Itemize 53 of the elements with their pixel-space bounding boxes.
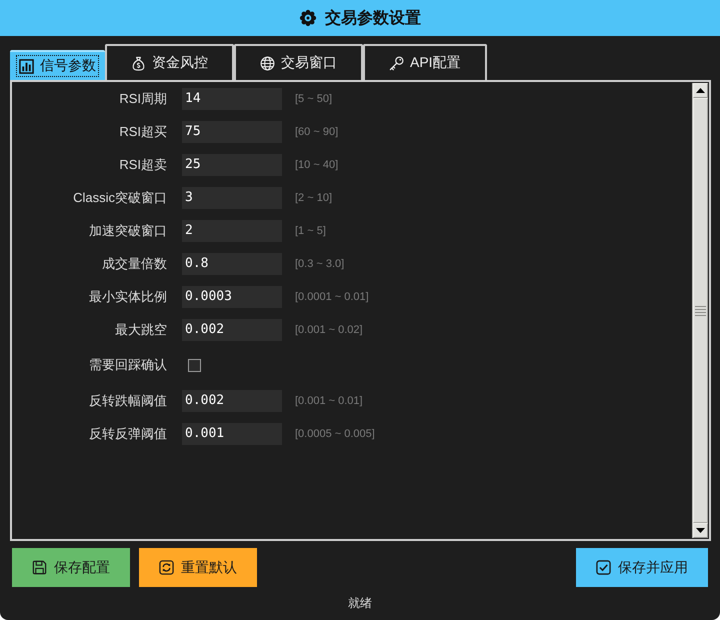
key-icon [389, 56, 404, 70]
field-label: 反转跌幅阈值 [88, 392, 167, 410]
input-field[interactable]: 0.002 [182, 390, 282, 412]
input-field[interactable]: 75 [182, 120, 282, 142]
action-button[interactable]: 重置默认 [139, 548, 257, 587]
tab[interactable]: API配置 [363, 44, 487, 80]
grip-icon [695, 306, 706, 316]
window-title: 交易参数设置 [325, 8, 421, 28]
input-field[interactable]: 0.8 [182, 252, 282, 274]
input-field[interactable]: 2 [182, 220, 282, 242]
range-hint: [0.001 ~ 0.01] [295, 394, 363, 406]
checkbox[interactable] [188, 358, 201, 372]
refresh-icon [159, 560, 174, 575]
tab[interactable]: 资金风控 [105, 44, 234, 80]
globe-icon [260, 56, 275, 70]
range-hint: [10 ~ 40] [295, 158, 338, 170]
field-label: 最大跳空 [114, 320, 167, 338]
gear-icon [299, 9, 317, 27]
caret-up-icon [696, 88, 705, 93]
range-hint: [0.001 ~ 0.02] [295, 324, 363, 336]
field-label: 反转反弹阈值 [88, 424, 167, 442]
input-field[interactable]: 25 [182, 154, 282, 176]
range-hint: [1 ~ 5] [295, 224, 326, 236]
tab[interactable]: 交易窗口 [234, 44, 363, 80]
field-label: 需要回踩确认 [88, 356, 167, 374]
field-label: 加速突破窗口 [88, 222, 167, 240]
range-hint: [2 ~ 10] [295, 192, 332, 204]
action-button[interactable]: 保存并应用 [576, 548, 708, 587]
money-bag-icon [131, 56, 146, 70]
input-field[interactable]: 0.001 [182, 422, 282, 444]
scroll-down-button[interactable] [693, 523, 708, 538]
range-hint: [0.0005 ~ 0.005] [295, 428, 375, 440]
field-label: RSI超卖 [118, 156, 167, 174]
range-hint: [0.0001 ~ 0.01] [295, 290, 369, 302]
input-field[interactable]: 0.0003 [182, 286, 282, 308]
range-hint: [0.3 ~ 3.0] [295, 258, 344, 270]
field-label: 最小实体比例 [88, 288, 167, 306]
field-label: Classic突破窗口 [72, 188, 167, 206]
input-field[interactable]: 14 [182, 88, 282, 110]
field-label: 成交量倍数 [101, 254, 167, 272]
tab[interactable]: 信号参数 [10, 50, 105, 80]
scroll-up-button[interactable] [693, 83, 708, 98]
input-field[interactable]: 0.002 [182, 318, 282, 340]
action-button[interactable]: 保存配置 [12, 548, 130, 587]
field-label: RSI周期 [118, 90, 167, 108]
input-field[interactable]: 3 [182, 186, 282, 208]
field-label: RSI超买 [118, 122, 167, 140]
bar-chart-icon [19, 58, 34, 74]
check-square-icon [596, 560, 611, 575]
range-hint: [5 ~ 50] [295, 92, 332, 104]
range-hint: [60 ~ 90] [295, 126, 338, 138]
status-text: 就绪 [348, 595, 372, 612]
caret-down-icon [696, 528, 705, 533]
